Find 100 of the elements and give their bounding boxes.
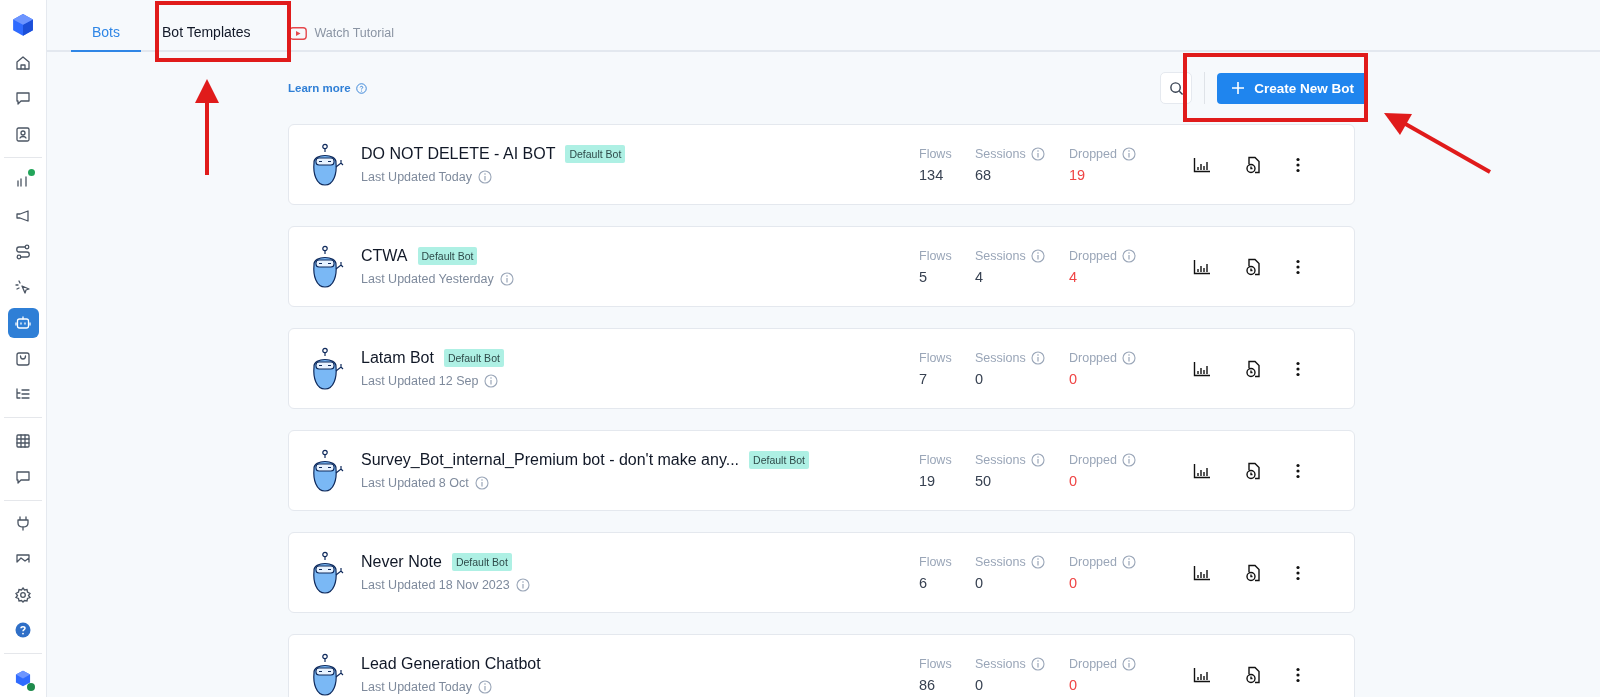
- stat-label: Flows: [919, 248, 952, 263]
- stat-label: Dropped: [1069, 452, 1117, 467]
- info-icon[interactable]: [1121, 554, 1136, 569]
- more-options-icon[interactable]: [1295, 360, 1301, 377]
- bot-name: CTWA: [361, 247, 408, 265]
- stat-value: 50: [975, 472, 993, 489]
- stat-value: 0: [1069, 574, 1079, 591]
- stat-label: Flows: [919, 452, 952, 467]
- stat-label: Dropped: [1069, 146, 1117, 161]
- sidebar-item[interactable]: [7, 307, 39, 339]
- logo-icon: [12, 13, 34, 37]
- stat-label: Sessions: [975, 656, 1026, 671]
- more-options-icon[interactable]: [1295, 462, 1301, 479]
- info-icon[interactable]: [474, 476, 489, 490]
- stat-label: Flows: [919, 350, 952, 365]
- robot-icon: [310, 550, 344, 595]
- stat-value: 0: [975, 676, 985, 693]
- stat-value: 4: [1069, 268, 1079, 285]
- bar-chart-icon[interactable]: [1193, 360, 1211, 377]
- info-icon[interactable]: [1121, 350, 1136, 365]
- robot-icon: [310, 652, 344, 697]
- bar-chart-icon[interactable]: [1193, 564, 1211, 581]
- stat-value: 19: [919, 472, 937, 489]
- bag-icon: [14, 349, 32, 368]
- default-bot-badge: Default Bot: [749, 451, 809, 469]
- info-icon[interactable]: [1030, 350, 1045, 365]
- plus-icon: [1231, 81, 1246, 95]
- bot-name: Lead Generation Chatbot: [361, 655, 541, 673]
- last-updated-text: Last Updated 12 Sep: [361, 374, 479, 388]
- info-icon[interactable]: [1121, 656, 1136, 671]
- more-options-icon[interactable]: [1295, 156, 1301, 173]
- last-updated-text: Last Updated Today: [361, 170, 472, 184]
- bot-card[interactable]: Survey_Bot_internal_Premium bot - don't make any... Default Bot Last Updated 8 Oct Flows 19 Sessions 50 Dropped 0: [288, 430, 1355, 511]
- document-clock-icon[interactable]: [1245, 563, 1261, 582]
- tab[interactable]: Bot Templates: [141, 24, 272, 52]
- stat-label: Dropped: [1069, 554, 1117, 569]
- stat-value: 0: [975, 370, 985, 387]
- default-bot-badge: Default Bot: [417, 247, 478, 265]
- flow-icon: [14, 242, 32, 261]
- bot-card[interactable]: Never Note Default Bot Last Updated 18 Nov 2023 Flows 6 Sessions 0 Dropped 0: [288, 532, 1355, 613]
- document-clock-icon[interactable]: [1245, 155, 1261, 174]
- stat-value: 68: [975, 166, 993, 183]
- more-options-icon[interactable]: [1295, 258, 1301, 275]
- info-icon[interactable]: [1121, 452, 1136, 467]
- bot-name: Survey_Bot_internal_Premium bot - don't make any...: [361, 451, 740, 469]
- default-bot-badge: Default Bot: [443, 349, 504, 367]
- more-options-icon[interactable]: [1295, 666, 1301, 683]
- bar-chart-icon[interactable]: [1193, 258, 1211, 275]
- document-clock-icon[interactable]: [1245, 461, 1261, 480]
- info-icon[interactable]: [1030, 656, 1045, 671]
- info-icon[interactable]: [1030, 452, 1045, 467]
- bot-card[interactable]: Lead Generation Chatbot Last Updated Today Flows 86 Sessions 0 Dropped 0: [288, 634, 1355, 697]
- bot-name: Latam Bot: [361, 349, 434, 367]
- robot-icon: [310, 448, 344, 493]
- bot-card[interactable]: Latam Bot Default Bot Last Updated 12 Sep Flows 7 Sessions 0 Dropped 0: [288, 328, 1355, 409]
- document-clock-icon[interactable]: [1245, 665, 1261, 684]
- document-clock-icon[interactable]: [1245, 257, 1261, 276]
- stat-value: 5: [919, 268, 929, 285]
- bar-chart-icon[interactable]: [1193, 462, 1211, 479]
- help-icon: [355, 82, 367, 94]
- bot-card[interactable]: DO NOT DELETE - AI BOT Default Bot Last Updated Today Flows 134 Sessions 68 Dropped 19: [288, 124, 1355, 205]
- stat-value: 6: [919, 574, 929, 591]
- info-icon[interactable]: [477, 170, 492, 184]
- info-icon[interactable]: [499, 272, 514, 286]
- stat-label: Sessions: [975, 452, 1026, 467]
- info-icon[interactable]: [1030, 248, 1045, 263]
- stat-value: 0: [975, 574, 985, 591]
- last-updated-text: Last Updated 18 Nov 2023: [361, 578, 510, 592]
- info-icon[interactable]: [515, 578, 530, 592]
- contact-icon: [14, 124, 32, 143]
- bot-name: DO NOT DELETE - AI BOT: [361, 145, 556, 163]
- stat-value: 7: [919, 370, 929, 387]
- document-clock-icon[interactable]: [1245, 359, 1261, 378]
- stat-value: 86: [919, 676, 937, 693]
- bot-card[interactable]: CTWA Default Bot Last Updated Yesterday Flows 5 Sessions 4 Dropped 4: [288, 226, 1355, 307]
- more-options-icon[interactable]: [1295, 564, 1301, 581]
- stat-label: Flows: [919, 656, 952, 671]
- stat-label: Flows: [919, 554, 952, 569]
- stat-value: 0: [1069, 472, 1079, 489]
- stat-label: Sessions: [975, 554, 1026, 569]
- tab[interactable]: Bots: [71, 24, 141, 52]
- video-icon: [289, 26, 308, 40]
- stat-label: Dropped: [1069, 350, 1117, 365]
- stat-value: 0: [1069, 370, 1079, 387]
- stat-value: 19: [1069, 166, 1087, 183]
- info-icon[interactable]: [1121, 248, 1136, 263]
- bar-chart-icon[interactable]: [1193, 666, 1211, 683]
- default-bot-badge: Default Bot: [565, 145, 626, 163]
- stat-value: 4: [975, 268, 985, 285]
- last-updated-text: Last Updated Yesterday: [361, 272, 494, 286]
- info-icon[interactable]: [1030, 554, 1045, 569]
- help-icon: [15, 622, 31, 639]
- bot-name: Never Note: [361, 553, 442, 571]
- info-icon[interactable]: [1030, 146, 1045, 161]
- plug-icon: [14, 514, 32, 533]
- info-icon[interactable]: [484, 374, 499, 388]
- info-icon[interactable]: [477, 680, 492, 694]
- info-icon[interactable]: [1121, 146, 1136, 161]
- learn-more-link[interactable]: Learn more: [288, 82, 367, 94]
- bar-chart-icon[interactable]: [1193, 156, 1211, 173]
